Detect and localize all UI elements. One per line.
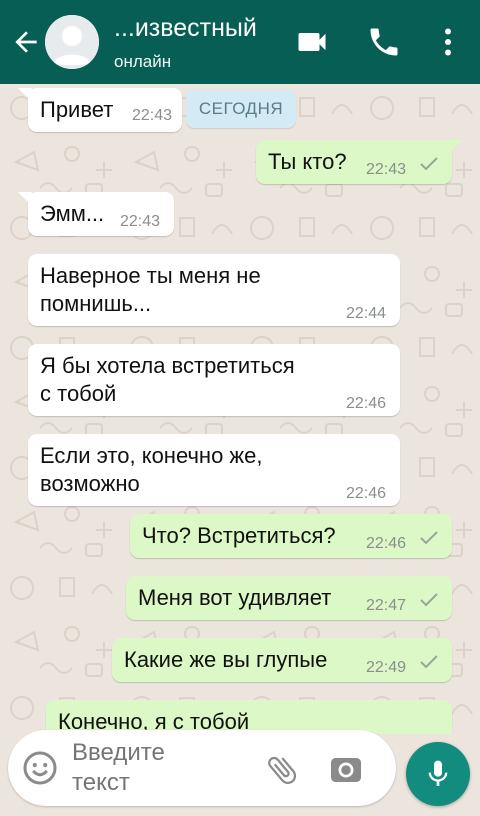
message-outgoing[interactable]: Конечно, я с тобой <box>46 700 452 734</box>
message-text: Что? Встретиться? <box>142 523 336 548</box>
message-time: 22:47 <box>366 597 407 614</box>
message-outgoing[interactable]: Что? Встретиться? 22:46 <box>130 514 452 558</box>
sent-check-icon <box>420 157 438 171</box>
message-outgoing[interactable]: Меня вот удивляет 22:47 <box>126 576 452 620</box>
video-call-button[interactable] <box>294 24 330 60</box>
message-time: 22:46 <box>346 485 387 502</box>
message-time: 22:43 <box>132 107 173 124</box>
message-incoming[interactable]: Если это, конечно же, возможно 22:46 <box>28 434 400 506</box>
message-incoming[interactable]: Привет 22:43 <box>28 88 182 132</box>
sent-check-icon <box>420 531 438 545</box>
message-text-line-1: Если это, конечно же, <box>40 443 263 468</box>
message-list[interactable]: Привет 22:43 СЕГОДНЯ Ты кто? 22:43 Эмм..… <box>0 84 480 734</box>
phone-icon <box>370 28 398 56</box>
message-time: 22:43 <box>120 213 161 230</box>
date-separator: СЕГОДНЯ <box>186 90 296 128</box>
bubble-tail <box>448 140 462 154</box>
message-text-line-1: Наверное ты меня не <box>40 263 261 288</box>
message-input[interactable] <box>72 738 252 800</box>
avatar-placeholder-icon <box>45 15 99 69</box>
message-incoming[interactable]: Эмм... 22:43 <box>28 192 174 236</box>
message-text-line-2: помнишь... <box>40 291 152 316</box>
mic-icon <box>428 760 448 786</box>
message-text: Ты кто? <box>268 149 347 174</box>
chat-header: ...известный онлайн <box>0 0 480 84</box>
message-text-line-1: Я бы хотела встретиться <box>40 353 295 378</box>
more-vert-icon <box>445 28 451 56</box>
message-outgoing[interactable]: Какие же вы глупые 22:49 <box>112 638 452 682</box>
message-text-line-2: возможно <box>40 471 140 496</box>
message-incoming[interactable]: Наверное ты меня не помнишь... 22:44 <box>28 254 400 326</box>
camera-icon <box>331 758 361 782</box>
message-time: 22:43 <box>366 161 407 178</box>
sent-check-icon <box>420 655 438 669</box>
message-text: Какие же вы глупые <box>124 647 328 672</box>
contact-name[interactable]: ...известный <box>114 14 257 43</box>
message-time: 22:49 <box>366 659 407 676</box>
back-button[interactable] <box>10 26 42 58</box>
voice-record-button[interactable] <box>406 742 470 806</box>
sent-check-icon <box>420 593 438 607</box>
message-time: 22:46 <box>346 395 387 412</box>
bubble-tail <box>18 192 32 206</box>
message-incoming[interactable]: Я бы хотела встретиться с тобой 22:46 <box>28 344 400 416</box>
message-text: Эмм... <box>40 201 105 226</box>
emoji-button[interactable] <box>22 750 58 786</box>
bubble-tail <box>18 88 32 102</box>
message-outgoing[interactable]: Ты кто? 22:43 <box>256 140 452 184</box>
message-text: Меня вот удивляет <box>138 585 332 610</box>
attach-button[interactable] <box>264 752 300 788</box>
chat-screen: ...известный онлайн Привет 22:43 СЕГОДНЯ… <box>0 0 480 816</box>
message-time: 22:44 <box>346 305 387 322</box>
camera-button[interactable] <box>328 752 364 788</box>
attach-icon <box>268 756 297 785</box>
videocam-icon <box>298 33 326 51</box>
back-arrow-icon <box>15 31 37 53</box>
more-options-button[interactable] <box>430 24 466 60</box>
contact-status: онлайн <box>114 52 172 71</box>
message-text: Привет <box>40 97 114 122</box>
message-time: 22:46 <box>366 535 407 552</box>
message-composer <box>8 730 396 806</box>
voice-call-button[interactable] <box>366 24 402 60</box>
avatar[interactable] <box>45 15 99 69</box>
emoji-icon <box>23 751 57 785</box>
message-text-line-2: с тобой <box>40 381 117 406</box>
